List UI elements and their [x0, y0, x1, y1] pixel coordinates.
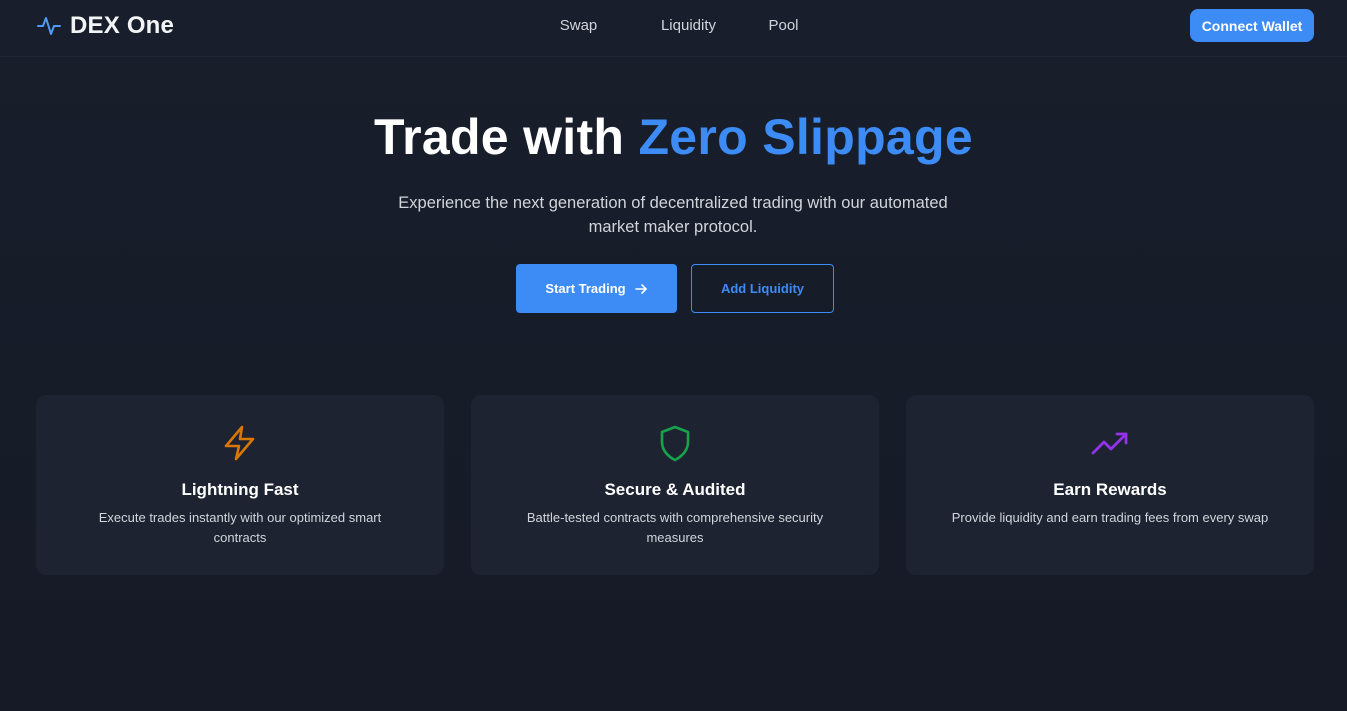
add-liquidity-button[interactable]: Add Liquidity — [691, 264, 834, 313]
top-nav-bar: DEX One Swap Liquidity Pool Connect Wall… — [0, 0, 1347, 57]
feature-title: Lightning Fast — [181, 480, 299, 499]
feature-description: Battle-tested contracts with comprehensi… — [526, 510, 824, 545]
main-nav: Swap Liquidity Pool — [0, 17, 1347, 34]
start-trading-button[interactable]: Start Trading — [516, 264, 677, 313]
trending-up-icon — [1091, 432, 1128, 455]
feature-title: Earn Rewards — [1053, 480, 1167, 499]
hero-title-accent: Zero Slippage — [638, 109, 973, 165]
arrow-right-icon — [634, 283, 647, 294]
feature-card-earn-rewards: Earn Rewards Provide liquidity and earn … — [906, 395, 1314, 575]
hero-title-plain: Trade with — [374, 109, 639, 165]
hero-actions: Start Trading Add Liquidity — [516, 264, 834, 313]
nav-link-liquidity[interactable]: Liquidity — [649, 17, 729, 34]
connect-wallet-button[interactable]: Connect Wallet — [1190, 9, 1314, 42]
feature-title: Secure & Audited — [604, 480, 746, 499]
feature-cards: Lightning Fast Execute trades instantly … — [36, 395, 1314, 575]
feature-description: Execute trades instantly with our optimi… — [98, 510, 382, 545]
nav-link-pool[interactable]: Pool — [759, 17, 809, 34]
hero-title: Trade with Zero Slippage — [0, 108, 1347, 166]
hero-subtitle: Experience the next generation of decent… — [398, 194, 948, 236]
page: DEX One Swap Liquidity Pool Connect Wall… — [0, 0, 1347, 711]
feature-card-secure-audited: Secure & Audited Battle-tested contracts… — [471, 395, 879, 575]
lightning-icon — [224, 425, 255, 461]
start-trading-label: Start Trading — [545, 281, 626, 296]
nav-link-swap[interactable]: Swap — [549, 17, 609, 34]
shield-icon — [660, 425, 690, 462]
feature-card-lightning-fast: Lightning Fast Execute trades instantly … — [36, 395, 444, 575]
feature-description: Provide liquidity and earn trading fees … — [951, 510, 1269, 525]
